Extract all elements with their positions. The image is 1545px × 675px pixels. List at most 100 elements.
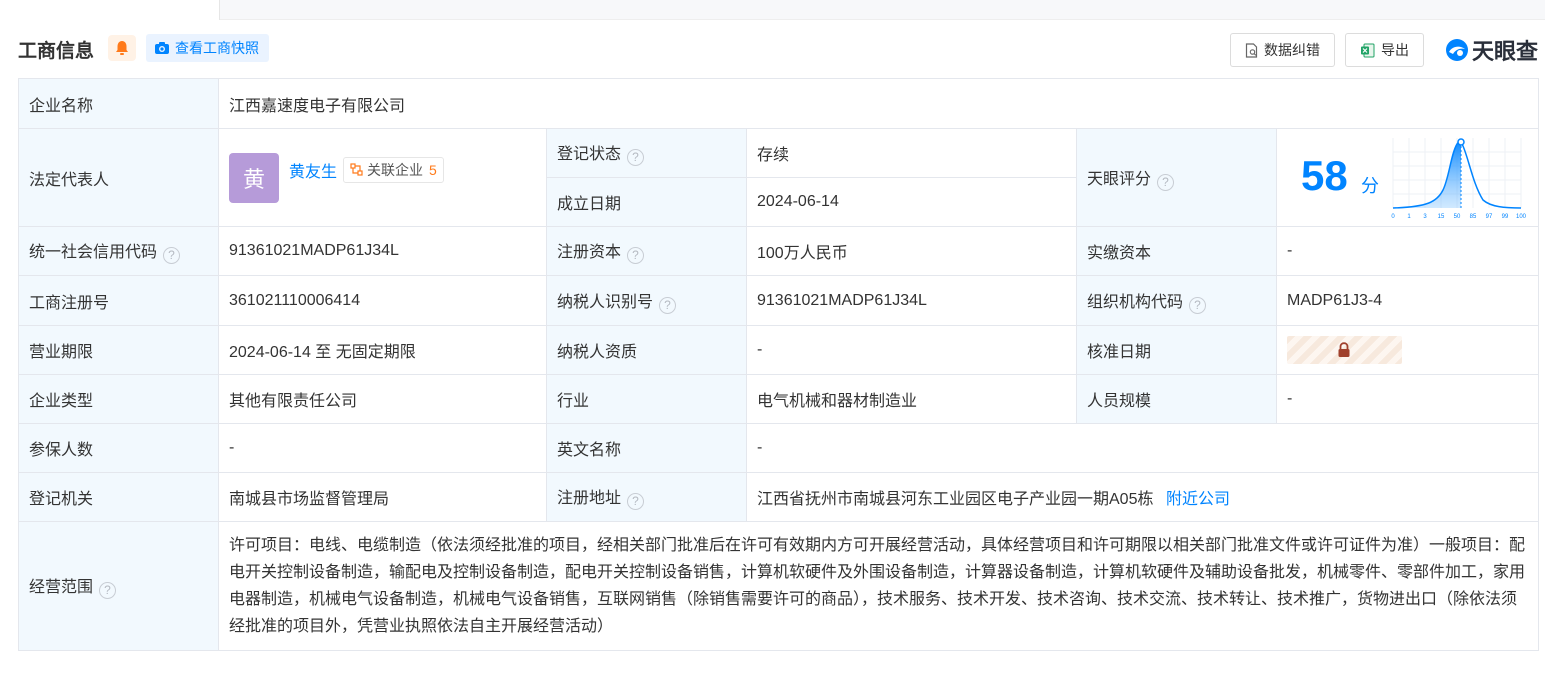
avatar[interactable]: 黄 xyxy=(229,152,279,203)
value-reg-address: 江西省抚州市南城县河东工业园区电子产业园一期A05栋 附近公司 xyxy=(745,472,1540,522)
label-org-code-text: 组织机构代码 xyxy=(1087,293,1184,311)
score-tick-label: 1 xyxy=(1407,214,1411,220)
table-row: 企业类型 其他有限责任公司 行业 电气机械和器材制造业 人员规模 - xyxy=(18,374,1540,424)
table-row: 法定代表人 黄 黄友生 关联企业 5 登记状态 ? 存续 天眼评分 ? 58 分… xyxy=(18,128,1540,227)
value-biz-scope: 许可项目：电线、电缆制造（依法须经批准的项目，经相关部门批准后在许可有效期内方可… xyxy=(217,521,1540,651)
label-established: 成立日期 xyxy=(546,177,747,227)
cell-legal-rep: 黄 黄友生 关联企业 5 xyxy=(218,128,547,227)
label-reg-authority: 登记机关 xyxy=(18,472,219,522)
value-reg-authority: 南城县市场监督管理局 xyxy=(218,472,547,522)
value-taxpayer-id: 91361021MADP61J34L xyxy=(746,275,1077,326)
bell-icon xyxy=(116,41,128,55)
label-credit-code: 统一社会信用代码? xyxy=(18,226,219,276)
legal-rep-name-link[interactable]: 黄友生 xyxy=(289,158,337,182)
value-reg-no: 361021110006414 xyxy=(218,275,547,326)
link-icon xyxy=(350,163,363,176)
value-english-name: - xyxy=(745,423,1540,473)
value-industry: 电气机械和器材制造业 xyxy=(746,374,1077,424)
label-reg-no: 工商注册号 xyxy=(18,275,219,326)
nearby-companies-link[interactable]: 附近公司 xyxy=(1166,491,1230,508)
score-tick-label: 15 xyxy=(1438,214,1445,220)
score-value: 58 xyxy=(1301,151,1348,199)
label-reg-capital: 注册资本? xyxy=(546,226,747,276)
table-row: 统一社会信用代码? 91361021MADP61J34L 注册资本? 100万人… xyxy=(18,226,1540,276)
locked-value[interactable] xyxy=(1287,336,1402,364)
related-companies-count: 5 xyxy=(429,161,437,178)
score-tick-label: 3 xyxy=(1423,214,1427,220)
reg-address-text: 江西省抚州市南城县河东工业园区电子产业园一期A05栋 xyxy=(757,491,1154,508)
label-taxpayer-id-text: 纳税人识别号 xyxy=(557,293,654,311)
value-biz-term: 2024-06-14 至 无固定期限 xyxy=(218,325,547,375)
table-row: 经营范围? 许可项目：电线、电缆制造（依法须经批准的项目，经相关部门批准后在许可… xyxy=(18,521,1540,651)
value-taxpayer-qual: - xyxy=(746,325,1077,375)
export-label: 导出 xyxy=(1380,42,1409,58)
lock-icon xyxy=(1338,342,1350,357)
label-reg-status: 登记状态? xyxy=(546,128,747,178)
help-icon[interactable]: ? xyxy=(659,296,677,314)
top-tab-strip xyxy=(0,0,1545,20)
label-english-name: 英文名称 xyxy=(546,423,747,473)
score-tick-label: 50 xyxy=(1454,214,1461,220)
label-paid-capital: 实缴资本 xyxy=(1076,226,1277,276)
help-icon[interactable]: ? xyxy=(1189,296,1207,314)
label-company-type: 企业类型 xyxy=(18,374,219,424)
score-unit: 分 xyxy=(1361,175,1379,196)
score-distribution-chart: 0 1 3 15 50 85 97 99 100 xyxy=(1391,137,1527,220)
label-biz-scope-text: 经营范围 xyxy=(29,579,94,596)
tianyancha-logo-icon xyxy=(1445,39,1468,61)
header-tools: 数据纠错 导出 天眼查 xyxy=(1220,32,1538,68)
help-icon[interactable]: ? xyxy=(627,247,645,264)
label-staff-size: 人员规模 xyxy=(1076,374,1277,424)
value-credit-code: 91361021MADP61J34L xyxy=(218,226,547,276)
tianyancha-logo: 天眼查 xyxy=(1444,34,1538,66)
section-title: 工商信息 xyxy=(18,41,95,62)
label-reg-status-text: 登记状态 xyxy=(557,146,622,163)
value-insured: - xyxy=(218,423,547,473)
value-staff-size: - xyxy=(1275,374,1540,424)
label-credit-code-text: 统一社会信用代码 xyxy=(29,244,158,261)
score-tick-label: 100 xyxy=(1516,214,1527,220)
logo-text: 天眼查 xyxy=(1471,39,1538,64)
value-org-code: MADP61J3-4 xyxy=(1275,275,1540,326)
help-icon[interactable]: ? xyxy=(627,493,645,510)
help-icon[interactable]: ? xyxy=(163,247,181,264)
label-reg-capital-text: 注册资本 xyxy=(557,244,622,261)
business-info-table: 企业名称 江西嘉速度电子有限公司 法定代表人 黄 黄友生 关联企业 5 登记状态… xyxy=(18,78,1540,651)
value-established: 2024-06-14 xyxy=(746,177,1077,227)
label-industry: 行业 xyxy=(546,374,747,424)
document-icon xyxy=(1245,42,1258,58)
section-header: 工商信息 查看工商快照 数据纠错 导出 天眼查 xyxy=(18,32,1538,68)
view-snapshot-button[interactable]: 查看工商快照 xyxy=(146,34,269,62)
export-button[interactable]: 导出 xyxy=(1344,33,1424,67)
value-paid-capital: - xyxy=(1275,226,1540,276)
label-biz-term: 营业期限 xyxy=(18,325,219,375)
label-org-code: 组织机构代码? xyxy=(1076,275,1277,326)
label-score-text: 天眼评分 xyxy=(1087,170,1152,188)
cell-score[interactable]: 58 分 0 1 3 15 50 85 97 99 100 xyxy=(1275,128,1540,227)
value-approval-date xyxy=(1275,325,1540,375)
value-reg-status: 存续 xyxy=(746,128,1077,178)
value-company-name: 江西嘉速度电子有限公司 xyxy=(217,78,1540,129)
table-row: 企业名称 江西嘉速度电子有限公司 xyxy=(18,78,1540,129)
value-reg-capital: 100万人民币 xyxy=(746,226,1077,276)
score-tick-label: 0 xyxy=(1391,214,1395,220)
view-snapshot-label: 查看工商快照 xyxy=(175,40,259,56)
subscribe-bell-button[interactable] xyxy=(108,35,136,61)
related-companies-tag[interactable]: 关联企业 5 xyxy=(343,156,444,183)
related-companies-label: 关联企业 xyxy=(367,161,424,178)
help-icon[interactable]: ? xyxy=(627,149,645,166)
report-error-label: 数据纠错 xyxy=(1263,42,1320,58)
help-icon[interactable]: ? xyxy=(99,582,117,599)
value-company-type: 其他有限责任公司 xyxy=(218,374,547,424)
label-company-name: 企业名称 xyxy=(18,78,219,129)
label-taxpayer-id: 纳税人识别号? xyxy=(546,275,747,326)
label-biz-scope: 经营范围? xyxy=(18,521,219,651)
label-score: 天眼评分? xyxy=(1076,128,1277,227)
table-row: 参保人数 - 英文名称 - xyxy=(18,423,1540,473)
score-tick-label: 85 xyxy=(1470,214,1477,220)
label-insured: 参保人数 xyxy=(18,423,219,473)
help-icon[interactable]: ? xyxy=(1157,173,1175,191)
report-error-button[interactable]: 数据纠错 xyxy=(1229,33,1335,67)
top-tab-cell[interactable] xyxy=(0,0,220,20)
score-tick-label: 99 xyxy=(1502,214,1509,220)
